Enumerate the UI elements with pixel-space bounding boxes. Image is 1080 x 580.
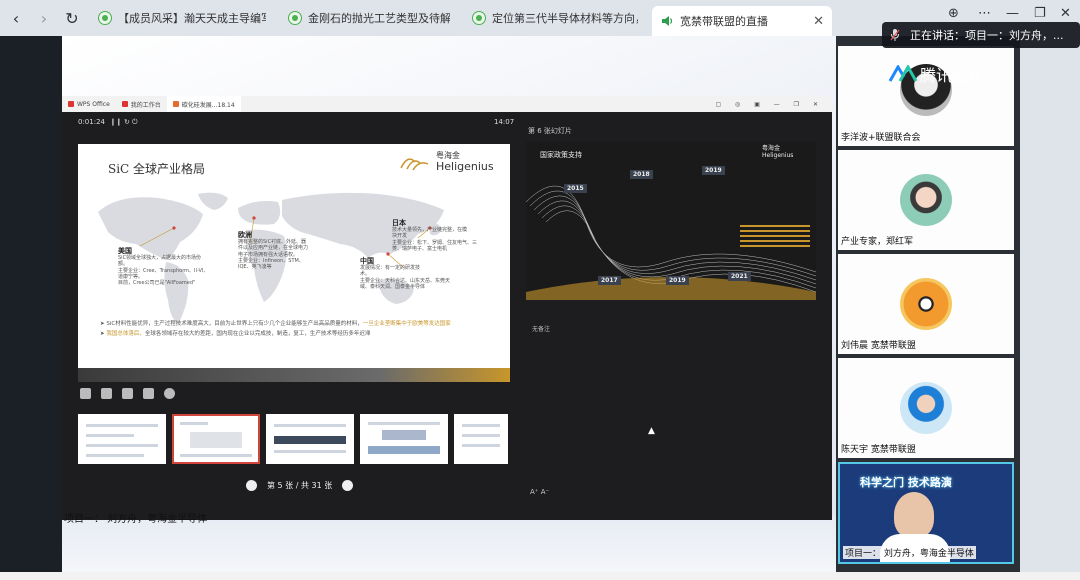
next-slide-label: 第 6 张幻灯片 bbox=[528, 127, 572, 135]
slide-thumbnails bbox=[78, 414, 508, 464]
speaking-indicator: 正在讲话：项目一：刘方舟，... bbox=[882, 22, 1080, 48]
browser-tab[interactable]: 【成员风采】瀚天天成主导编写的 bbox=[90, 4, 274, 32]
brand: 粤海金 Heligenius bbox=[398, 151, 494, 173]
slide-thumbnail[interactable] bbox=[360, 414, 448, 464]
minimize-icon[interactable]: — bbox=[1006, 6, 1019, 21]
back-icon[interactable]: ‹ bbox=[4, 6, 28, 30]
next-slide-preview: 国家政策支持 粤海金 Heligenius 2015 2018 2019 201… bbox=[526, 142, 816, 300]
region-usa-desc: SiC领域全球独大，占据最大的市场份 额。 主要企业：Cree、Transpho… bbox=[118, 255, 209, 286]
heligenius-logo bbox=[400, 158, 429, 171]
more-options-icon[interactable] bbox=[164, 388, 175, 399]
region-japan-desc: 技术大量领先，产业链完整，在模 块开发 主要企业：松下、罗姆、住友电气、三 菱、… bbox=[392, 227, 478, 252]
close-tab-icon[interactable]: ✕ bbox=[805, 14, 824, 29]
font-size-buttons[interactable]: A⁺ A⁻ bbox=[530, 488, 549, 496]
workbench-icon bbox=[121, 101, 128, 107]
year-label: 2021 bbox=[728, 272, 751, 281]
shared-screen: WPS Office 我的工作台 碳化硅发展...18.14 ▢ ◎ ▣ — ❐… bbox=[62, 96, 832, 520]
next-slide-text-block bbox=[740, 222, 810, 250]
avatar bbox=[900, 278, 952, 330]
year-label: 2018 bbox=[630, 170, 653, 179]
globe-icon[interactable]: ⊕ bbox=[948, 6, 959, 21]
wechat-icon bbox=[288, 11, 302, 25]
forward-icon[interactable]: › bbox=[32, 6, 56, 30]
more-icon[interactable]: ⋯ bbox=[978, 6, 991, 21]
ppt-icon bbox=[172, 101, 179, 107]
video-banner: 科学之门 技术路演 bbox=[860, 476, 952, 489]
comment-icon[interactable] bbox=[143, 388, 154, 399]
microphone-icon bbox=[890, 29, 900, 41]
active-speaker-video[interactable]: 科学之门 技术路演 项目一： 刘方舟，粤海金半导体 bbox=[838, 462, 1014, 564]
clock: 14:07 bbox=[494, 118, 515, 126]
meeting-stage: WPS Office 我的工作台 碳化硅发展...18.14 ▢ ◎ ▣ — ❐… bbox=[62, 36, 836, 572]
next-slide-icon[interactable] bbox=[342, 480, 354, 491]
pen-icon[interactable] bbox=[80, 388, 91, 399]
slide-toolbar bbox=[80, 388, 175, 399]
browser-tab[interactable]: 金刚石的抛光工艺类型及待解决问 bbox=[280, 4, 458, 32]
participant-tile[interactable]: 刘伟晨 宽禁带联盟 bbox=[838, 254, 1014, 354]
slide-thumbnail[interactable] bbox=[266, 414, 354, 464]
window-controls[interactable]: ▢ ◎ ▣ — ❐ ✕ bbox=[715, 101, 824, 108]
bullet-2: ➤ 我国总体落后，全球各领域存在较大的差距，国内现在企业以完成技，制造，复工，生… bbox=[100, 330, 371, 337]
speaker-icon bbox=[662, 16, 673, 26]
year-label: 2017 bbox=[598, 276, 621, 285]
participant-name: 项目一： 刘方舟，粤海金半导体 bbox=[843, 546, 976, 559]
slide-bullets: ➤ SiC材料性能优异，生产过程技术难度高大，目前为止世界上只有少几个企业能够生… bbox=[100, 320, 500, 340]
browser-tab[interactable]: 定位第三代半导体材料等方向，山 bbox=[464, 4, 646, 32]
reload-icon[interactable]: ↻ bbox=[60, 6, 84, 30]
prev-slide-icon[interactable] bbox=[246, 480, 257, 491]
wechat-icon bbox=[472, 11, 486, 25]
year-label: 2015 bbox=[564, 184, 587, 193]
speaker-figure bbox=[894, 492, 934, 538]
wps-tab[interactable]: 我的工作台 bbox=[116, 96, 167, 112]
desktop-background bbox=[1020, 36, 1080, 580]
next-slide-title: 国家政策支持 bbox=[540, 151, 582, 159]
elapsed-time: 0:01:24 bbox=[78, 118, 105, 126]
bullet-1: ➤ SiC材料性能优异，生产过程技术难度高大，目前为止世界上只有少几个企业能够生… bbox=[100, 321, 451, 327]
avatar bbox=[900, 174, 952, 226]
region-china-desc: 发展情况：有一定的研发技 术。 主要企业：天科合达、山东天岳、东莞天 域、泰科天… bbox=[360, 265, 451, 290]
pointer-icon[interactable] bbox=[101, 388, 112, 399]
speaker-caption: 项目一： 刘方舟，粤海金半导体 bbox=[64, 514, 208, 525]
wps-tab-bar: WPS Office 我的工作台 碳化硅发展...18.14 ▢ ◎ ▣ — ❐… bbox=[62, 96, 832, 112]
taskbar-strip bbox=[0, 572, 1080, 580]
slide-thumbnail-active[interactable] bbox=[172, 414, 260, 464]
notes-label: 无备注 bbox=[532, 326, 551, 333]
year-label: 2019 bbox=[702, 166, 725, 175]
slide-thumbnail[interactable] bbox=[454, 414, 508, 464]
slide-footer-bar bbox=[78, 368, 510, 382]
wechat-icon bbox=[98, 11, 112, 25]
next-slide-brand: 粤海金 Heligenius bbox=[762, 145, 794, 159]
slide-title: SiC 全球产业格局 bbox=[108, 162, 206, 176]
wps-tab[interactable]: WPS Office bbox=[62, 96, 116, 112]
year-label: 2019 bbox=[666, 276, 689, 285]
avatar bbox=[900, 382, 952, 434]
browser-tab-active[interactable]: 宽禁带联盟的直播 ✕ bbox=[652, 6, 832, 36]
restore-icon[interactable]: ❐ bbox=[1034, 6, 1046, 21]
wps-icon bbox=[68, 101, 74, 107]
slide-thumbnail[interactable] bbox=[78, 414, 166, 464]
mouse-cursor: ▲ bbox=[648, 426, 655, 436]
participant-tile[interactable]: 产业专家，郑红军 bbox=[838, 150, 1014, 250]
participant-tile[interactable]: 李洋波+联盟联合会 bbox=[838, 46, 1014, 146]
participant-tile[interactable]: 陈天宇 宽禁带联盟 bbox=[838, 358, 1014, 458]
slide-pager: 第 5 张 / 共 31 张 bbox=[246, 480, 354, 491]
close-window-icon[interactable]: ✕ bbox=[1060, 6, 1071, 21]
camera-icon[interactable] bbox=[122, 388, 133, 399]
participant-name: 刘伟晨 宽禁带联盟 bbox=[841, 341, 916, 351]
participant-name: 李洋波+联盟联合会 bbox=[841, 133, 921, 143]
current-slide: SiC 全球产业格局 粤海金 Heligenius 美国 SiC领域全球独大，占… bbox=[78, 144, 510, 382]
tencent-meeting-icon bbox=[888, 65, 918, 82]
participant-name: 陈天宇 宽禁带联盟 bbox=[841, 445, 916, 455]
wps-tab-active[interactable]: 碳化硅发展...18.14 bbox=[166, 96, 241, 112]
region-europe-desc: 拥有完整的SiC衬底、外延、器 件以及应用产业链，在全球电力 电子市场拥有强大话… bbox=[238, 239, 309, 270]
tencent-meeting-logo: 腾讯会议 bbox=[888, 62, 984, 86]
timer-controls[interactable]: ❙❙ ↻ ⏻ bbox=[110, 118, 138, 127]
participant-name: 产业专家，郑红军 bbox=[841, 237, 914, 247]
